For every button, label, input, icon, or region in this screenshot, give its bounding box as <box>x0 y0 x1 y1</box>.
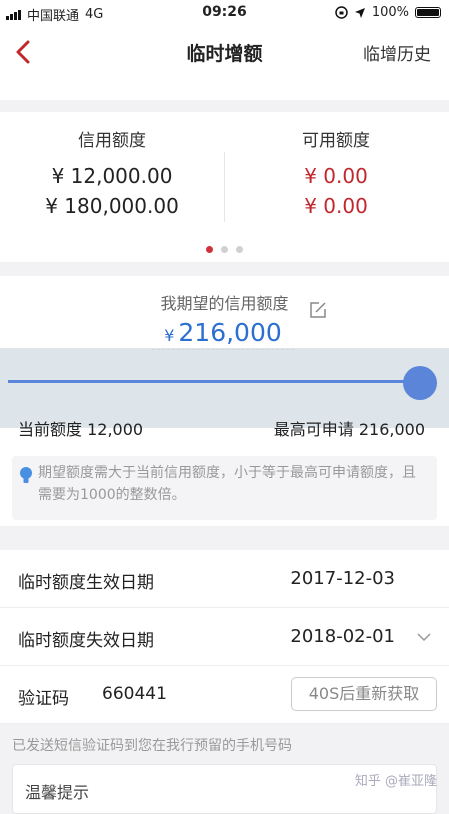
current-limit-label: 当前额度 <box>18 420 83 439</box>
current-limit-info: 当前额度 12,000 <box>18 416 143 440</box>
available-value-2: ¥ 0.00 <box>304 194 368 218</box>
available-column: 可用额度 ¥ 0.00 ¥ 0.00 <box>224 126 448 221</box>
currency-symbol: ¥ <box>164 326 175 345</box>
location-icon <box>354 7 365 18</box>
battery-icon <box>415 7 441 18</box>
max-limit-info: 最高可申请 216,000 <box>274 416 425 440</box>
credit-limit-value-1: ¥ 12,000.00 <box>51 164 173 188</box>
form-rows: 临时额度生效日期 2017-12-03 临时额度失效日期 2018-02-01 … <box>0 550 449 724</box>
credit-limit-column: 信用额度 ¥ 12,000.00 ¥ 180,000.00 <box>0 126 224 221</box>
resend-code-button[interactable]: 40S后重新获取 <box>291 677 437 711</box>
page-indicator <box>0 238 449 257</box>
effective-date-value: 2017-12-03 <box>290 568 395 589</box>
available-value-1: ¥ 0.00 <box>304 164 368 188</box>
chevron-down-icon[interactable] <box>417 630 431 644</box>
available-label: 可用额度 <box>302 131 370 151</box>
max-limit-label: 最高可申请 <box>273 420 354 439</box>
limit-slider-track[interactable] <box>8 380 408 383</box>
limit-tip-box: 期望额度需大于当前信用额度，小于等于最高可申请额度，且需要为1000的整数倍。 <box>12 456 437 520</box>
expected-limit-label: 我期望的信用额度 <box>160 294 289 313</box>
expiry-date-value[interactable]: 2018-02-01 <box>290 626 395 647</box>
expected-amount-value: 216,000 <box>178 318 282 347</box>
credit-limit-card[interactable]: 信用额度 ¥ 12,000.00 ¥ 180,000.00 可用额度 ¥ 0.0… <box>0 112 449 262</box>
verification-code-input[interactable]: 660441 <box>102 684 167 704</box>
verification-code-label: 验证码 <box>18 689 69 709</box>
status-bar: 中国联通 4G 09:26 100% <box>0 0 449 26</box>
limit-slider-handle[interactable] <box>403 366 437 400</box>
sms-sent-note: 已发送短信验证码到您在我行预留的手机号码 <box>12 738 292 754</box>
expiry-date-row[interactable]: 临时额度失效日期 2018-02-01 <box>0 608 449 666</box>
expected-amount-input[interactable]: ¥216,000 <box>152 318 294 350</box>
verification-code-row: 验证码 660441 40S后重新获取 <box>0 666 449 724</box>
max-limit-value: 216,000 <box>358 420 425 439</box>
nav-bar: 临时增额 临增历史 <box>0 26 449 77</box>
page-dot[interactable] <box>221 246 228 253</box>
credit-limit-label: 信用额度 <box>78 131 146 151</box>
page-dot[interactable] <box>206 246 213 253</box>
edit-icon[interactable] <box>308 300 328 320</box>
current-limit-value: 12,000 <box>87 420 144 439</box>
scrolled-content-peek <box>0 76 449 100</box>
battery-percent: 100% <box>371 5 409 20</box>
history-link[interactable]: 临增历史 <box>363 40 431 65</box>
page-dot[interactable] <box>236 246 243 253</box>
warm-tip-label: 温馨提示 <box>25 783 90 802</box>
rotation-lock-icon <box>335 6 348 19</box>
effective-date-label: 临时额度生效日期 <box>18 573 154 593</box>
limit-tip-text: 期望额度需大于当前信用额度，小于等于最高可申请额度，且需要为1000的整数倍。 <box>38 465 416 503</box>
effective-date-row: 临时额度生效日期 2017-12-03 <box>0 550 449 608</box>
lightbulb-icon <box>20 467 32 483</box>
expected-limit-section: 我期望的信用额度 ¥216,000 当前额度 12,000 最高可申请 216,… <box>0 276 449 526</box>
watermark: 知乎 @崔亚隆 <box>354 774 437 789</box>
credit-limit-value-2: ¥ 180,000.00 <box>45 194 179 218</box>
expiry-date-label: 临时额度失效日期 <box>18 631 154 651</box>
